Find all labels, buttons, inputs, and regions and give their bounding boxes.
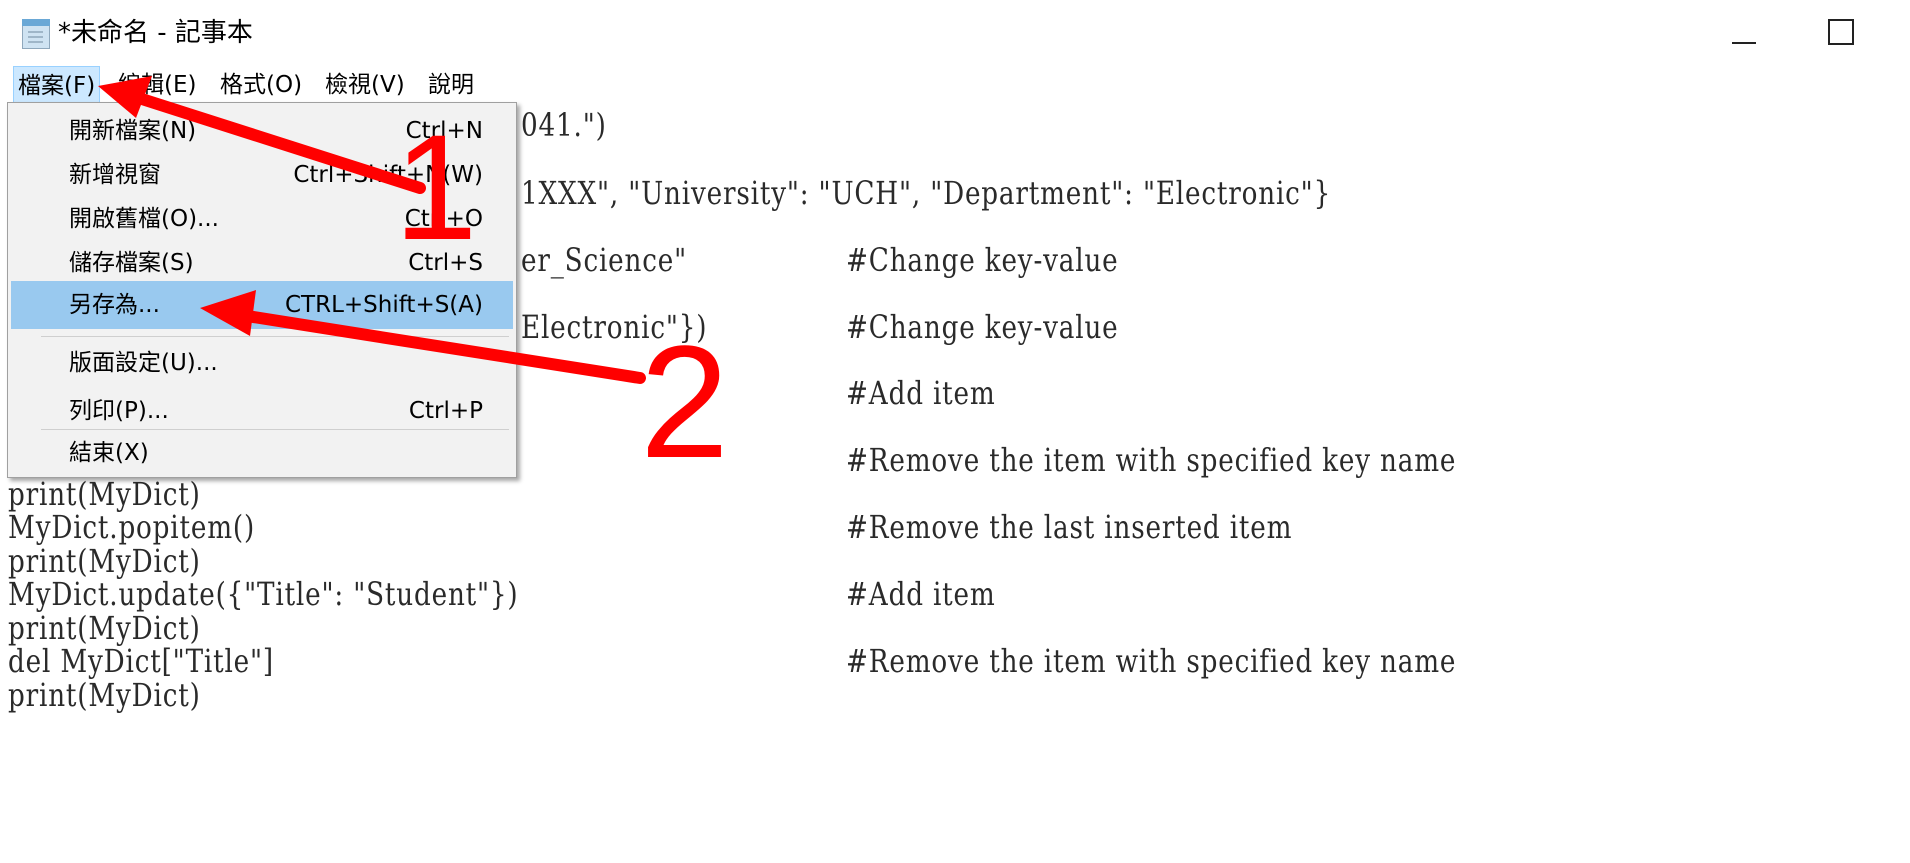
annotation-step-2: 2: [640, 312, 729, 491]
arrow-2-head: [200, 290, 256, 336]
annotation-arrows: [98, 76, 646, 384]
arrow-1-head: [98, 76, 152, 118]
annotation-step-1: 1: [394, 103, 478, 271]
arrow-1-line: [114, 86, 426, 194]
arrow-2-line: [222, 307, 646, 384]
